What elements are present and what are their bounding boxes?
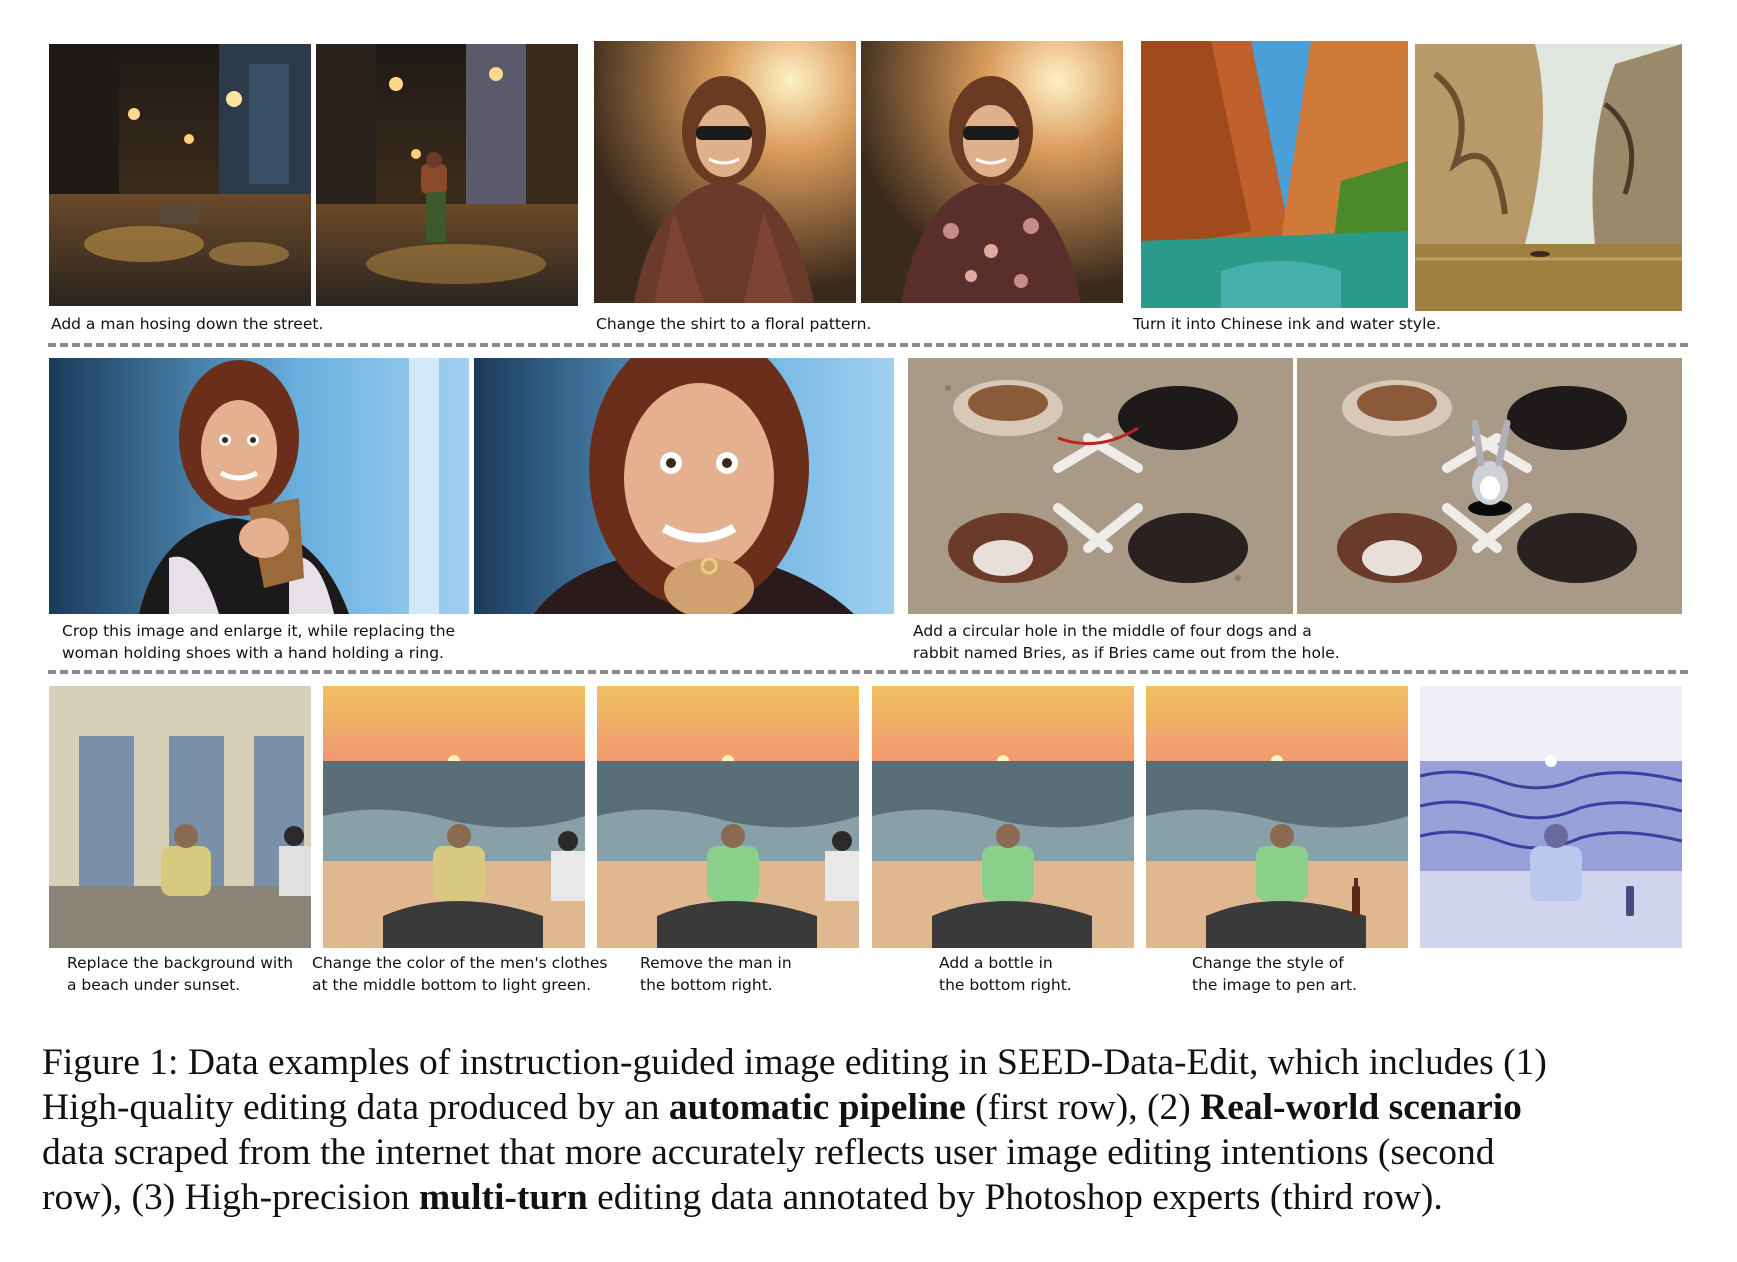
figure-caption-line-2: High-quality editing data produced by an… [42,1085,1702,1130]
street-night-before-image [49,44,311,306]
green-shirt-two-men-image [597,686,859,948]
men-by-wall-image [49,686,311,948]
four-dogs-rabbit-hole-image [1297,358,1682,614]
green-shirt-one-man-image [872,686,1134,948]
canyon-ink-style-image [1415,44,1682,311]
row3-caption-5-line1: Change the style of [1192,954,1344,972]
divider-1 [48,343,1688,347]
woman-plaid-shirt-image [594,41,856,303]
row2-caption-1-line2: woman holding shoes with a hand holding … [62,644,444,662]
caption-text: editing data annotated by Photoshop expe… [587,1177,1443,1218]
divider-2 [48,670,1688,674]
woman-holding-ring-image [474,358,894,614]
pen-art-style-image [1420,686,1682,948]
row1-caption-2: Change the shirt to a floral pattern. [596,315,872,333]
caption-text: row), (3) High-precision [42,1177,419,1218]
row3-caption-2-line1: Change the color of the men's clothes [312,954,608,972]
figure-caption-line-4: row), (3) High-precision multi-turn edit… [42,1175,1702,1220]
caption-text: (first row), (2) [965,1087,1201,1128]
row1-caption-3: Turn it into Chinese ink and water style… [1133,315,1441,333]
figure-caption-line-3: data scraped from the internet that more… [42,1132,1495,1173]
men-on-beach-image [323,686,585,948]
row2-caption-2-line2: rabbit named Bries, as if Bries came out… [913,644,1340,662]
woman-floral-shirt-image [861,41,1123,303]
row3-caption-2-line2: at the middle bottom to light green. [312,976,592,994]
caption-emphasis-automatic-pipeline: automatic pipeline [668,1087,966,1128]
row3-caption-1-line1: Replace the background with [67,954,294,972]
row2-caption-1-line1: Crop this image and enlarge it, while re… [62,622,456,640]
row3-caption-4-line2: the bottom right. [939,976,1072,994]
caption-text: High-quality editing data produced by an [42,1087,669,1128]
canyon-river-image [1141,41,1408,308]
four-dogs-beach-image [908,358,1293,614]
caption-emphasis-real-world-scenario: Real-world scenario [1200,1087,1522,1128]
caption-emphasis-multi-turn: multi-turn [418,1177,588,1218]
row3-caption-1-line2: a beach under sunset. [67,976,241,994]
row2-caption-2-line1: Add a circular hole in the middle of fou… [913,622,1312,640]
row1-caption-1: Add a man hosing down the street. [51,315,324,333]
row3-caption-5-line2: the image to pen art. [1192,976,1358,994]
row3-caption-3-line1: Remove the man in [640,954,792,972]
green-shirt-bottle-image [1146,686,1408,948]
figure-caption-line-1: Figure 1: Data examples of instruction-g… [42,1042,1547,1083]
row3-caption-4-line1: Add a bottle in [939,954,1053,972]
row3-caption-3-line2: the bottom right. [640,976,773,994]
woman-holding-shoe-image [49,358,469,614]
street-night-after-image [316,44,578,306]
figure-caption: Figure 1: Data examples of instruction-g… [42,1040,1702,1220]
